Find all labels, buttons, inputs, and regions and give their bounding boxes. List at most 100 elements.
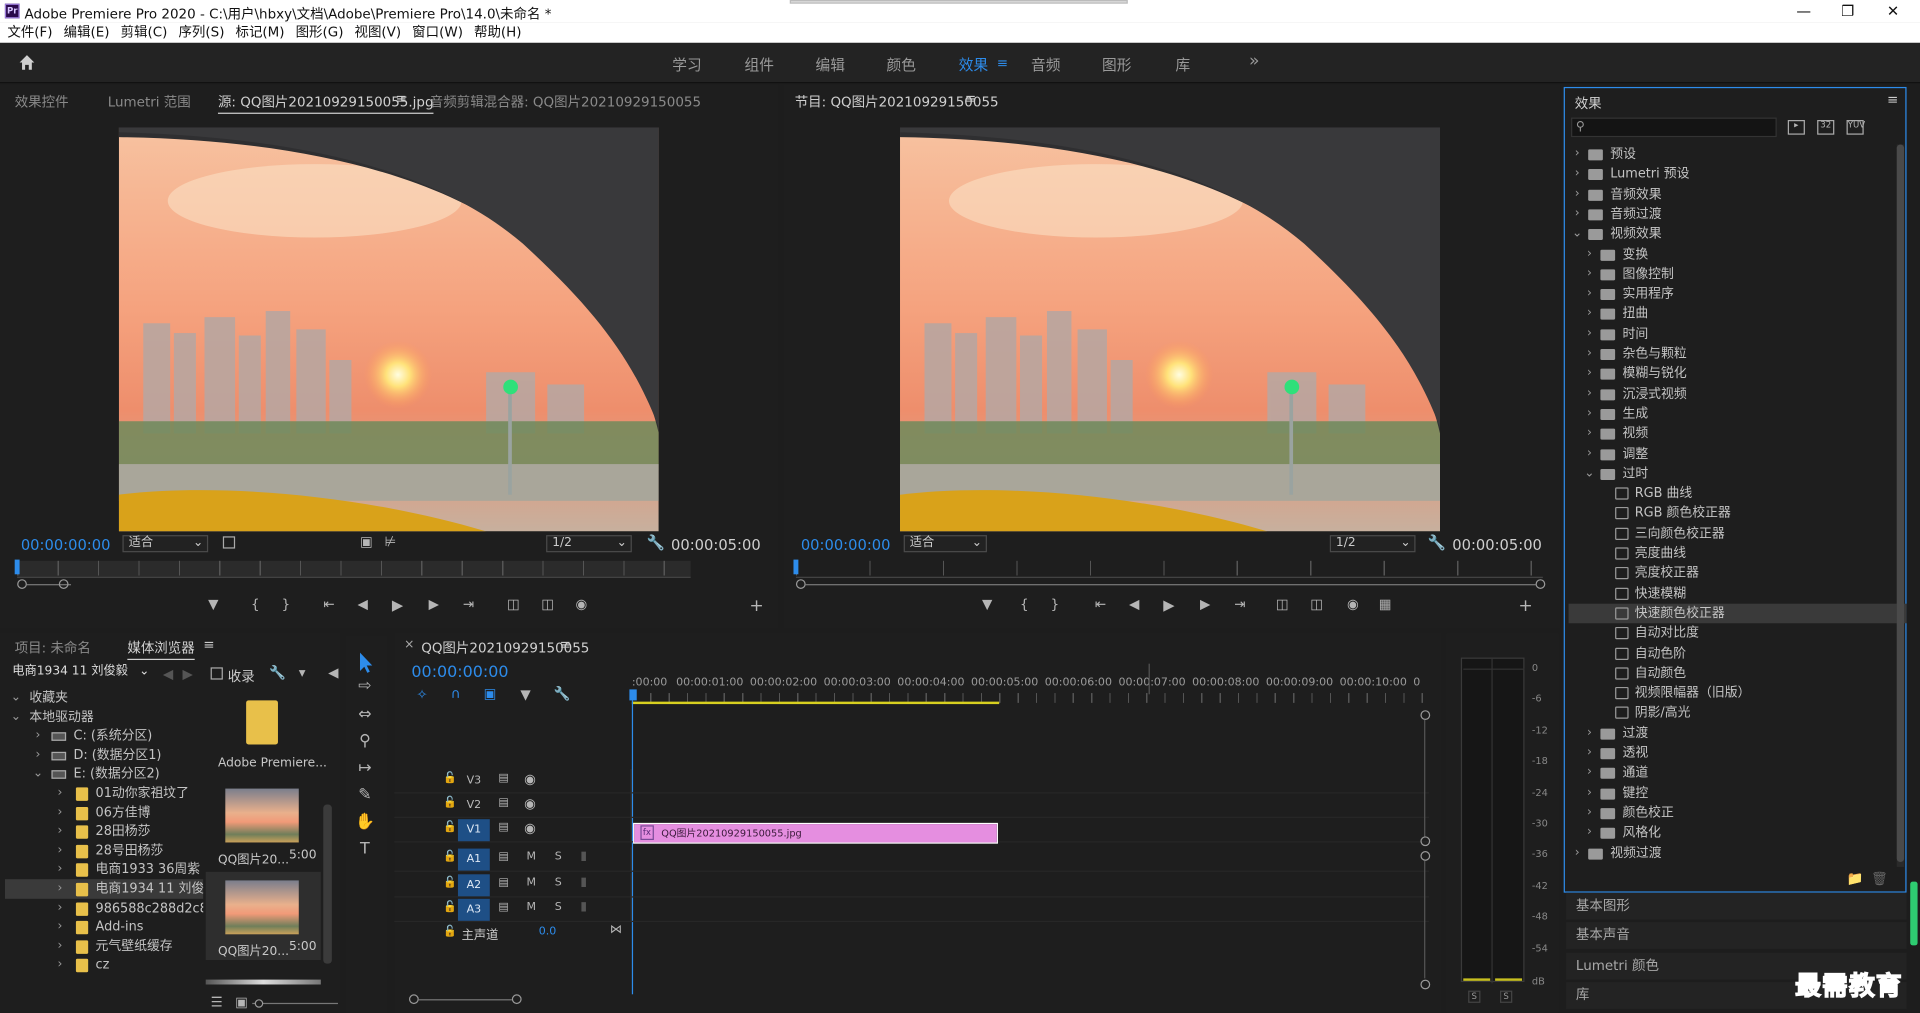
hand-tool-icon[interactable]: ✋ — [355, 813, 375, 833]
effects-tree-item[interactable]: 阴影/高光 — [1569, 703, 1907, 723]
minimize-icon[interactable]: — — [1785, 1, 1822, 21]
media-tree-item[interactable]: › 01动你家祖坟了 — [5, 784, 203, 804]
chevron-right-icon[interactable]: › — [1571, 164, 1583, 184]
lock-icon[interactable]: 🔓 — [443, 902, 457, 913]
32bit-effects-icon[interactable]: 32 — [1817, 120, 1835, 135]
lift-icon[interactable]: ◫ — [1276, 598, 1289, 611]
chevron-right-icon[interactable]: › — [1583, 304, 1595, 324]
mark-in-icon[interactable]: { — [1020, 598, 1029, 611]
timeline-playhead-handle[interactable] — [629, 689, 637, 701]
mute-button[interactable]: M — [527, 877, 537, 889]
media-tree-item[interactable]: › 元气壁纸缓存 — [5, 936, 203, 956]
collapsed-panel-1[interactable]: 基本声音 — [1566, 922, 1907, 949]
chevron-down-icon[interactable]: ⌄ — [1583, 464, 1595, 484]
program-playhead[interactable] — [793, 559, 799, 575]
effects-tree-item[interactable]: RGB 颜色校正器 — [1569, 504, 1907, 524]
workspace-tab-3[interactable]: 颜色 — [887, 54, 916, 75]
chevron-down-icon[interactable]: ⌄ — [10, 688, 22, 708]
solo-button[interactable]: S — [555, 902, 562, 913]
chevron-right-icon[interactable]: › — [1583, 763, 1595, 783]
track-target-A1[interactable]: A1 — [457, 848, 490, 871]
mute-button[interactable]: M — [527, 852, 537, 863]
effects-tree-item[interactable]: › 音频效果 — [1569, 184, 1907, 204]
drag-video-icon[interactable]: ▣ — [360, 535, 373, 548]
source-resolution-dropdown[interactable]: 1/2 ⌄ — [546, 535, 632, 553]
media-tree-item[interactable]: › 06方佳博 — [5, 803, 203, 823]
sync-lock-icon[interactable]: ▤ — [498, 773, 508, 785]
lock-icon[interactable]: 🔓 — [443, 926, 457, 938]
effects-tree-item[interactable]: › 通道 — [1569, 763, 1907, 783]
wrench-icon[interactable]: 🔧 — [647, 535, 665, 550]
collapsed-panel-0[interactable]: 基本图形 — [1566, 892, 1907, 920]
workspace-tab-5[interactable]: 音频 — [1031, 54, 1060, 75]
vertical-zoom-handle[interactable] — [1420, 710, 1431, 721]
media-tree-item[interactable]: › C: (系统分区) — [5, 726, 203, 746]
go-to-end-icon[interactable]: ⋈ — [610, 924, 622, 936]
program-add-button-icon[interactable]: + — [1518, 598, 1532, 615]
effects-tree-item[interactable]: 自动色阶 — [1569, 643, 1907, 663]
eye-icon[interactable]: ◉ — [524, 773, 536, 786]
effects-tree-item[interactable]: › 图像控制 — [1569, 264, 1907, 284]
chevron-right-icon[interactable]: › — [1583, 364, 1595, 384]
lock-icon[interactable]: 🔓 — [443, 852, 457, 863]
sync-lock-icon[interactable]: ▤ — [498, 798, 508, 809]
effects-tree-item[interactable]: 快速颜色校正器 — [1568, 603, 1907, 624]
ripple-edit-tool-icon[interactable]: ⇔ — [355, 705, 375, 725]
effects-tree-item[interactable]: › 透视 — [1569, 743, 1907, 763]
chevron-right-icon[interactable]: › — [1583, 783, 1595, 803]
effects-tree-item[interactable]: 亮度曲线 — [1569, 544, 1907, 564]
accelerated-effects-icon[interactable]: ▸ — [1787, 120, 1805, 135]
effects-tree-item[interactable]: › 风格化 — [1569, 823, 1907, 843]
effects-tree-item[interactable]: 快速模糊 — [1569, 584, 1907, 604]
menu-item-6[interactable]: 视图(V) — [354, 22, 401, 43]
chevron-right-icon[interactable]: › — [1583, 324, 1595, 344]
lock-icon[interactable]: 🔓 — [443, 798, 457, 809]
tab-media-browser[interactable]: 媒体浏览器 — [127, 638, 195, 661]
panel-menu-icon[interactable]: ≡ — [1887, 92, 1898, 108]
effects-tree-item[interactable]: › 过渡 — [1569, 723, 1907, 743]
media-tree-item[interactable]: › 986588c288d2c829 — [5, 898, 203, 918]
maximize-icon[interactable]: ❐ — [1829, 1, 1866, 21]
chevron-right-icon[interactable]: › — [1583, 344, 1595, 364]
menu-item-0[interactable]: 文件(F) — [7, 22, 52, 43]
audio-zoom-handle[interactable] — [1420, 851, 1431, 861]
sync-lock-icon[interactable]: ▤ — [498, 902, 508, 913]
location-dropdown[interactable]: 电商1934 11 刘俊毅 ⌄ — [7, 665, 149, 682]
chevron-right-icon[interactable]: › — [1571, 144, 1583, 164]
chevron-right-icon[interactable]: › — [1583, 803, 1595, 823]
overwrite-icon[interactable]: ◫ — [541, 598, 554, 611]
source-add-button-icon[interactable]: + — [749, 598, 763, 615]
solo-button[interactable]: S — [555, 852, 562, 863]
effects-tree-item[interactable]: › 实用程序 — [1569, 284, 1907, 304]
lock-icon[interactable]: 🔓 — [443, 773, 457, 785]
master-volume-value[interactable]: 0.0 — [539, 926, 557, 938]
go-to-out-icon[interactable]: ⇥ — [463, 598, 474, 611]
wrench-icon[interactable]: 🔧 — [269, 666, 286, 679]
work-area-bar[interactable] — [631, 701, 1000, 705]
delete-icon[interactable]: 🗑 — [1871, 872, 1888, 885]
comparison-view-icon[interactable]: ▦ — [1379, 598, 1392, 611]
effects-tree-item[interactable]: RGB 曲线 — [1569, 484, 1907, 504]
add-marker-icon[interactable]: ▼ — [208, 598, 218, 611]
video-clip[interactable]: fx QQ图片20210929150055.jpg — [633, 822, 998, 844]
filter-icon[interactable]: ▾ — [299, 666, 306, 679]
media-tree-item[interactable]: ⌄ 收藏夹 — [5, 688, 203, 708]
media-tree-item[interactable]: › cz — [5, 956, 203, 976]
workspace-tab-0[interactable]: 学习 — [672, 54, 701, 75]
media-tree-item[interactable]: › 电商1933 36周紫 — [5, 860, 203, 880]
menu-item-1[interactable]: 编辑(E) — [64, 22, 110, 43]
settings-toggle-icon[interactable] — [222, 536, 236, 549]
chevron-right-icon[interactable]: › — [54, 803, 66, 823]
razor-tool-icon[interactable]: ⚲ — [355, 732, 375, 752]
chevron-down-icon[interactable]: ⌄ — [10, 707, 22, 727]
forward-icon[interactable]: ▶ — [182, 667, 192, 680]
eye-icon[interactable]: ◉ — [524, 822, 536, 835]
solo-button[interactable]: S — [555, 877, 562, 889]
go-to-in-icon[interactable]: ⇤ — [323, 598, 334, 611]
collapse-icon[interactable]: ◀ — [328, 666, 338, 679]
yuv-effects-icon[interactable]: YUV — [1846, 120, 1865, 135]
chevron-right-icon[interactable]: › — [54, 841, 66, 861]
chevron-right-icon[interactable]: › — [1583, 284, 1595, 304]
track-lane[interactable] — [630, 897, 1418, 923]
back-icon[interactable]: ◀ — [163, 667, 173, 680]
